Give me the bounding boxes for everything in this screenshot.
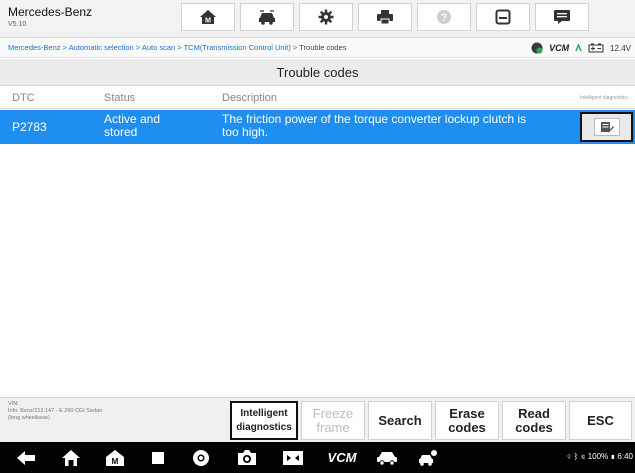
svg-text:M: M bbox=[205, 18, 211, 25]
remote-desk-icon bbox=[283, 450, 303, 465]
read-codes-label-1: Read bbox=[518, 405, 550, 421]
car-shortcut-button[interactable] bbox=[372, 442, 402, 473]
vehicle-swap-button[interactable] bbox=[240, 3, 294, 31]
app-name: Mercedes-Benz bbox=[8, 5, 93, 19]
save-button[interactable] bbox=[476, 3, 530, 31]
app-version: V5.10 bbox=[8, 21, 27, 28]
settings-icon bbox=[318, 9, 334, 25]
camera-icon bbox=[238, 449, 256, 465]
column-header-intelligent-diagnostics: Intelligent diagnostics bbox=[580, 95, 628, 101]
column-header-description: Description bbox=[222, 92, 278, 104]
remote-desk-button[interactable] bbox=[278, 442, 308, 473]
intelligent-diagnostics-button[interactable]: Intelligent diagnostics bbox=[230, 401, 298, 440]
settings-button[interactable] bbox=[299, 3, 353, 31]
dtc-code: P2783 bbox=[12, 120, 47, 134]
recent-apps-icon bbox=[152, 451, 164, 464]
connection-status: VCM 12.4V bbox=[531, 41, 631, 55]
svg-text:?: ? bbox=[441, 13, 447, 24]
back-arrow-icon bbox=[17, 450, 35, 465]
freeze-frame-label-1: Freeze bbox=[312, 405, 354, 421]
search-button-label: Search bbox=[378, 412, 422, 428]
erase-codes-button[interactable]: Erase codes bbox=[435, 401, 499, 440]
recent-apps-button[interactable] bbox=[146, 442, 170, 473]
system-status: ⚲ ᛒ ≋ 100% ▮ 6:40 bbox=[567, 452, 633, 461]
dtc-description: The friction power of the torque convert… bbox=[222, 113, 526, 139]
function-bar: VIN: Info: Benz/212.147 - E 260 CGI Seda… bbox=[0, 397, 635, 442]
vcm-manager-label: VCM bbox=[327, 450, 357, 465]
battery-voltage: 12.4V bbox=[610, 43, 631, 53]
diagnostics-report-icon bbox=[593, 118, 620, 136]
vehicle-info-extra: (long wheelbase) bbox=[8, 415, 50, 421]
intelligent-diagnostics-label-2: diagnostics bbox=[236, 421, 292, 433]
browser-icon bbox=[193, 449, 209, 466]
erase-codes-label-2: codes bbox=[448, 419, 486, 435]
table-header: DTC Status Description Intelligent diagn… bbox=[0, 87, 635, 109]
system-status-text: 100% ▮ 6:40 bbox=[587, 452, 633, 461]
app-window: Mercedes-Benz V5.10 M ? Mercedes-Benz > … bbox=[0, 0, 635, 473]
page-title: Trouble codes bbox=[0, 59, 635, 86]
dtc-description-line2: too high. bbox=[222, 125, 269, 139]
dtc-status: Active and stored bbox=[104, 113, 160, 139]
breadcrumb-current: Trouble codes bbox=[299, 43, 347, 52]
screenshot-button[interactable] bbox=[232, 442, 262, 473]
vehicle-swap-icon bbox=[259, 10, 275, 25]
erase-codes-label-1: Erase bbox=[449, 405, 485, 421]
vehicle-info-text: Info: Benz/212.147 - E 260 CGI Sedan bbox=[8, 408, 103, 414]
column-header-status: Status bbox=[104, 92, 136, 104]
print-icon bbox=[377, 10, 393, 25]
user-car-button[interactable] bbox=[414, 442, 444, 473]
table-row[interactable]: P2783 Active and stored The friction pow… bbox=[0, 110, 635, 144]
vcm-manager-button[interactable]: VCM bbox=[322, 442, 362, 473]
network-status-icon bbox=[531, 42, 543, 54]
read-codes-button[interactable]: Read codes bbox=[502, 401, 566, 440]
search-button[interactable]: Search bbox=[368, 401, 432, 440]
app-home-icon: M bbox=[106, 449, 124, 466]
help-icon: ? bbox=[437, 10, 451, 24]
dtc-status-line2: stored bbox=[104, 125, 138, 139]
bluetooth-icon: ᛒ bbox=[573, 452, 579, 461]
home-icon: M bbox=[200, 10, 216, 25]
column-header-dtc: DTC bbox=[12, 92, 35, 104]
esc-button-label: ESC bbox=[587, 412, 614, 428]
vcm-link-icon bbox=[575, 44, 582, 52]
app-home-button[interactable]: M bbox=[102, 442, 128, 473]
vin-label: VIN: bbox=[8, 401, 19, 407]
user-car-icon bbox=[419, 449, 437, 466]
home-nav-icon bbox=[62, 449, 80, 466]
home-button[interactable]: M bbox=[181, 3, 235, 31]
print-button[interactable] bbox=[358, 3, 412, 31]
save-icon bbox=[495, 9, 511, 25]
breadcrumb-path[interactable]: Mercedes-Benz > Automatic selection > Au… bbox=[8, 43, 299, 52]
breadcrumb-bar: Mercedes-Benz > Automatic selection > Au… bbox=[0, 39, 635, 58]
location-icon: ⚲ bbox=[566, 452, 572, 461]
home-nav-button[interactable] bbox=[58, 442, 84, 473]
message-icon bbox=[554, 10, 570, 24]
svg-text:M: M bbox=[112, 457, 119, 466]
breadcrumb[interactable]: Mercedes-Benz > Automatic selection > Au… bbox=[8, 43, 347, 52]
intelligent-diagnostics-label-1: Intelligent bbox=[240, 407, 288, 419]
read-codes-label-2: codes bbox=[515, 419, 553, 435]
wifi-icon: ≋ bbox=[580, 452, 586, 461]
freeze-frame-button[interactable]: Freeze frame bbox=[301, 401, 365, 440]
freeze-frame-label-2: frame bbox=[316, 419, 350, 435]
intelligent-diagnostics-row-button[interactable] bbox=[580, 112, 633, 142]
browser-button[interactable] bbox=[188, 442, 214, 473]
esc-button[interactable]: ESC bbox=[569, 401, 632, 440]
system-navigation-bar: M VCM ⚲ ᛒ ≋ 100% ▮ 6:40 bbox=[0, 442, 635, 473]
car-icon bbox=[377, 451, 397, 466]
message-button[interactable] bbox=[535, 3, 589, 31]
vcm-status-label: VCM bbox=[549, 43, 570, 53]
battery-voltage-icon bbox=[588, 43, 604, 53]
back-button[interactable] bbox=[12, 442, 40, 473]
top-toolbar: Mercedes-Benz V5.10 M ? bbox=[0, 0, 635, 38]
vehicle-info: VIN: Info: Benz/212.147 - E 260 CGI Seda… bbox=[8, 401, 168, 422]
help-button[interactable]: ? bbox=[417, 3, 471, 31]
dtc-list-empty-area bbox=[0, 144, 635, 397]
